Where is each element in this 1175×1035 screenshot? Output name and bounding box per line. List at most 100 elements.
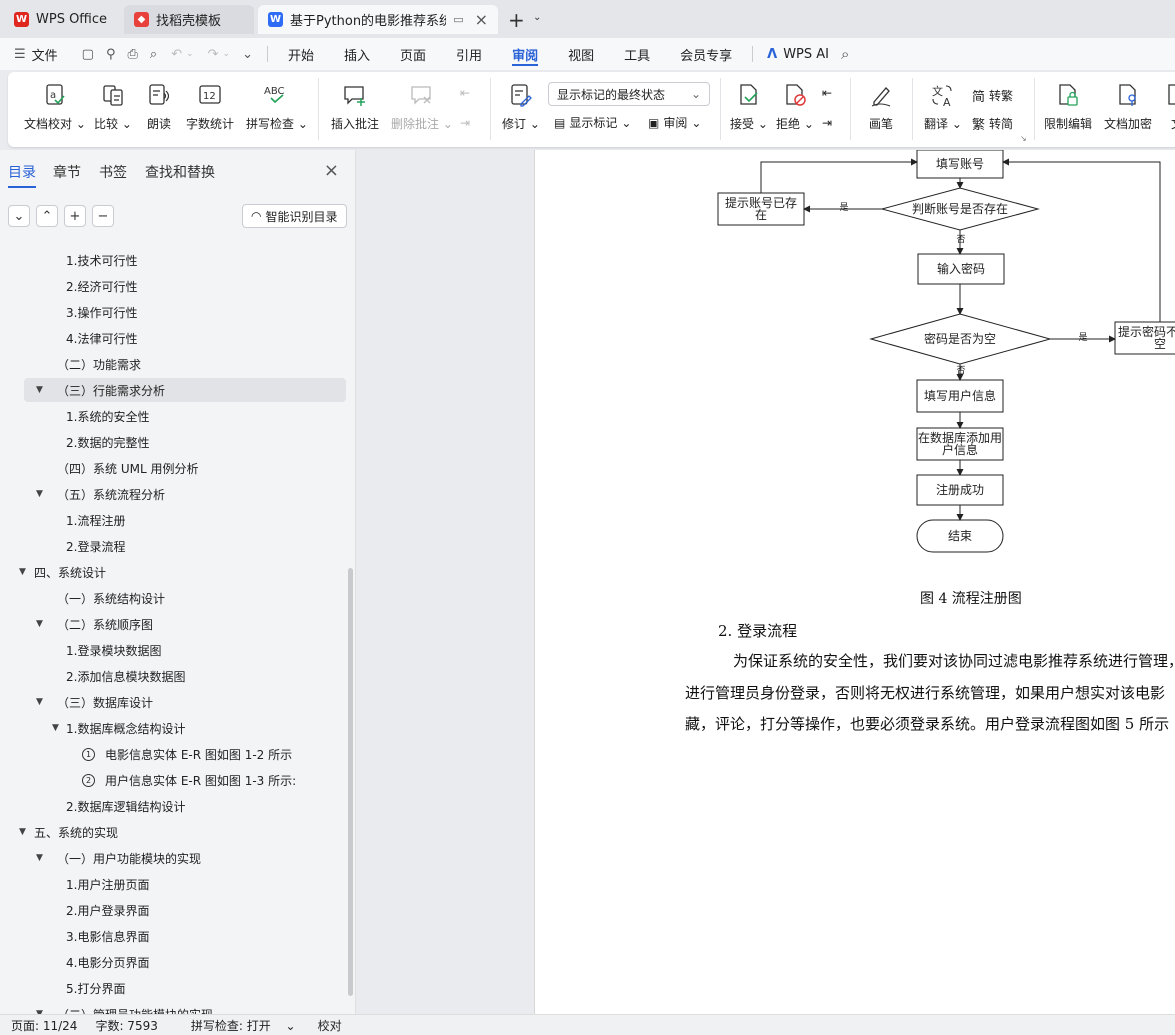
- to-simplified-button[interactable]: 繁转简: [972, 114, 1013, 133]
- toc-item[interactable]: （二）功能需求: [0, 352, 346, 376]
- expand-triangle-icon[interactable]: ▼: [19, 567, 26, 577]
- toc-item[interactable]: ▼ 五、系统的实现: [0, 820, 346, 844]
- close-icon[interactable]: ×: [475, 10, 488, 29]
- review-pane-button[interactable]: ▣ 审阅 ⌄: [648, 114, 701, 131]
- print-icon[interactable]: ⎙: [128, 47, 138, 62]
- encrypt-button[interactable]: 文档加密: [1104, 82, 1152, 132]
- monitor-icon[interactable]: ▭: [453, 13, 463, 26]
- toc-item[interactable]: 1.流程注册: [0, 508, 346, 532]
- chevron-down-icon[interactable]: ⌄: [533, 12, 541, 23]
- status-spell-check[interactable]: 拼写检查: 打开 ⌄: [180, 1017, 296, 1034]
- toc-item[interactable]: ▼ （三）数据库设计: [0, 690, 346, 714]
- toc-item[interactable]: 1.技术可行性: [0, 248, 346, 272]
- remove-heading-button[interactable]: −: [92, 205, 114, 227]
- new-tab-plus-icon[interactable]: +: [508, 8, 525, 32]
- add-heading-button[interactable]: +: [64, 205, 86, 227]
- to-traditional-button[interactable]: 简转繁: [972, 86, 1013, 105]
- expand-triangle-icon[interactable]: ▼: [36, 697, 43, 707]
- menu-wps-ai[interactable]: WPS AI: [783, 47, 829, 62]
- hamburger-icon[interactable]: ☰: [14, 47, 26, 62]
- toc-item[interactable]: ▼ （二）系统顺序图: [0, 612, 346, 636]
- toc-item[interactable]: 1.系统的安全性: [0, 404, 346, 428]
- toc-item[interactable]: ▼ （五）系统流程分析: [0, 482, 346, 506]
- toc-item[interactable]: ▼ （一）用户功能模块的实现: [0, 846, 346, 870]
- spell-check-button[interactable]: ABC 拼写检查 ⌄: [246, 82, 308, 132]
- expand-triangle-icon[interactable]: ▼: [36, 385, 43, 395]
- compare-button[interactable]: 比较 ⌄: [94, 82, 132, 132]
- toc-item[interactable]: 3.操作可行性: [0, 300, 346, 324]
- toc-item[interactable]: 2.登录流程: [0, 534, 346, 558]
- pen-button[interactable]: 画笔: [868, 82, 894, 132]
- search-icon[interactable]: ⌕: [841, 45, 849, 63]
- menu-tools[interactable]: 工具: [624, 45, 650, 64]
- tab-bookmarks[interactable]: 书签: [99, 162, 127, 182]
- toc-item[interactable]: 1 电影信息实体 E-R 图如图 1-2 所示: [0, 742, 346, 766]
- toc-item[interactable]: 2.经济可行性: [0, 274, 346, 298]
- toc-item[interactable]: 1.登录模块数据图: [0, 638, 346, 662]
- menu-file[interactable]: 文件: [32, 45, 58, 64]
- status-page[interactable]: 页面: 11/24: [11, 1017, 77, 1034]
- more-ribbon-button[interactable]: 文: [1164, 82, 1175, 132]
- menu-member[interactable]: 会员专享: [680, 45, 732, 64]
- delete-comment-button[interactable]: 删除批注 ⌄: [391, 82, 453, 132]
- doc-check-button[interactable]: a 文档校对 ⌄: [24, 82, 86, 132]
- track-changes-button[interactable]: 修订 ⌄: [502, 82, 540, 132]
- toc-item[interactable]: ▼ （三）行能需求分析: [24, 378, 346, 402]
- toc-item[interactable]: （一）系统结构设计: [0, 586, 346, 610]
- expand-triangle-icon[interactable]: ▼: [52, 723, 59, 733]
- hyperlink-icon[interactable]: ⚲: [106, 47, 116, 62]
- reject-button[interactable]: 拒绝 ⌄: [776, 82, 814, 132]
- translate-button[interactable]: 文A 翻译 ⌄: [924, 82, 962, 132]
- dialog-launcher-icon[interactable]: ↘: [1020, 134, 1027, 143]
- next-comment-icon[interactable]: ⇥: [460, 116, 470, 130]
- toc-item[interactable]: 4.电影分页界面: [0, 950, 346, 974]
- save-icon[interactable]: ▢: [82, 47, 94, 62]
- word-count-button[interactable]: 12 字数统计: [186, 82, 234, 132]
- expand-triangle-icon[interactable]: ▼: [36, 853, 43, 863]
- menu-home[interactable]: 开始: [288, 45, 314, 64]
- menu-references[interactable]: 引用: [456, 45, 482, 64]
- toc-scrollbar[interactable]: [348, 568, 353, 996]
- prev-change-icon[interactable]: ⇤: [822, 86, 832, 100]
- insert-comment-button[interactable]: 插入批注: [331, 82, 379, 132]
- toc-item[interactable]: 2.用户登录界面: [0, 898, 346, 922]
- expand-triangle-icon[interactable]: ▼: [19, 827, 26, 837]
- menu-layout[interactable]: 页面: [400, 45, 426, 64]
- menu-review[interactable]: 审阅: [512, 45, 539, 66]
- tab-toc[interactable]: 目录: [8, 162, 36, 188]
- toc-item[interactable]: 1.用户注册页面: [0, 872, 346, 896]
- next-change-icon[interactable]: ⇥: [822, 116, 832, 130]
- toc-item[interactable]: ▼（二）管理员功能模块的实现: [0, 1002, 346, 1015]
- print-preview-icon[interactable]: ⌕: [150, 47, 157, 62]
- toc-item[interactable]: ▼ 1.数据库概念结构设计: [0, 716, 346, 740]
- close-pane-icon[interactable]: ×: [324, 160, 339, 181]
- toc-item[interactable]: 2 用户信息实体 E-R 图如图 1-3 所示:: [0, 768, 346, 792]
- tab-document[interactable]: W 基于Python的电影推荐系统的 ▭ ×: [258, 5, 498, 34]
- tab-find-replace[interactable]: 查找和替换: [145, 162, 215, 182]
- status-word-count[interactable]: 字数: 7593: [95, 1017, 157, 1034]
- more-chevron-icon[interactable]: ⌄: [242, 47, 253, 62]
- markup-mode-select[interactable]: 显示标记的最终状态 ⌄: [548, 82, 710, 106]
- restrict-edit-button[interactable]: 限制编辑: [1044, 82, 1092, 132]
- toc-item[interactable]: ▼ 四、系统设计: [0, 560, 346, 584]
- redo-icon[interactable]: ↷: [208, 47, 219, 62]
- toc-item[interactable]: 4.法律可行性: [0, 326, 346, 350]
- menu-insert[interactable]: 插入: [344, 45, 370, 64]
- status-proofread[interactable]: 校对: [318, 1017, 342, 1034]
- redo-dropdown-icon[interactable]: ⌄: [223, 49, 231, 59]
- toc-item[interactable]: （四）系统 UML 用例分析: [0, 456, 346, 480]
- tab-wps-office[interactable]: W WPS Office: [4, 5, 117, 34]
- toc-item[interactable]: 2.数据库逻辑结构设计: [0, 794, 346, 818]
- toc-item[interactable]: 3.电影信息界面: [0, 924, 346, 948]
- toc-item[interactable]: 2.添加信息模块数据图: [0, 664, 346, 688]
- menu-view[interactable]: 视图: [568, 45, 594, 64]
- toc-item[interactable]: 5.打分界面: [0, 976, 346, 1000]
- expand-triangle-icon[interactable]: ▼: [36, 619, 43, 629]
- undo-dropdown-icon[interactable]: ⌄: [186, 49, 194, 59]
- collapse-up-button[interactable]: ⌃: [36, 205, 58, 227]
- expand-triangle-icon[interactable]: ▼: [36, 489, 43, 499]
- tab-chapters[interactable]: 章节: [53, 162, 81, 182]
- expand-down-button[interactable]: ⌄: [8, 205, 30, 227]
- read-aloud-button[interactable]: 朗读: [146, 82, 172, 132]
- prev-comment-icon[interactable]: ⇤: [460, 86, 470, 100]
